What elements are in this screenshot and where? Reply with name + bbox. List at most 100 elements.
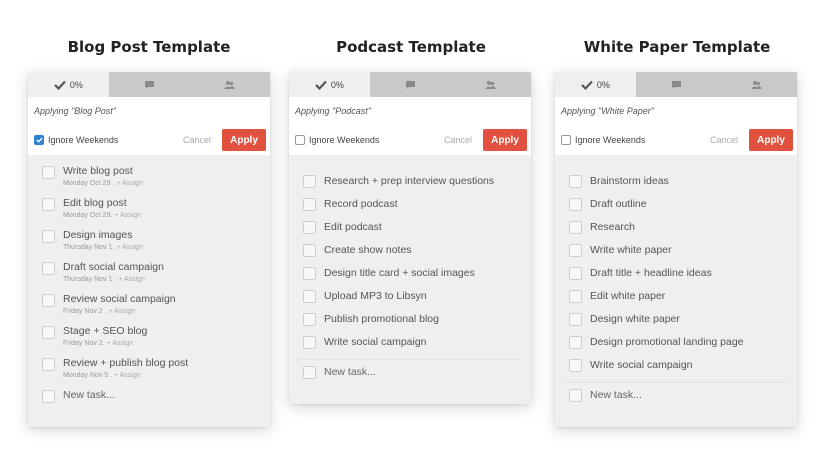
ignore-weekends-checkbox[interactable] [295, 135, 305, 145]
task-checkbox[interactable] [303, 244, 316, 257]
apply-button[interactable]: Apply [222, 129, 266, 151]
task-name[interactable]: Edit white paper [590, 290, 665, 303]
task-item[interactable]: Edit podcast [289, 221, 531, 244]
task-item[interactable]: Review + publish blog post Monday Nov 5 … [28, 357, 270, 389]
new-task-row[interactable]: New task... [555, 389, 797, 413]
task-checkbox[interactable] [303, 198, 316, 211]
task-checkbox[interactable] [42, 230, 55, 243]
task-item[interactable]: Create show notes [289, 244, 531, 267]
task-checkbox[interactable] [303, 267, 316, 280]
task-item[interactable]: Research + prep interview questions [289, 175, 531, 198]
task-name[interactable]: Record podcast [324, 198, 398, 211]
apply-button[interactable]: Apply [483, 129, 527, 151]
task-checkbox[interactable] [569, 313, 582, 326]
cancel-button[interactable]: Cancel [710, 135, 738, 145]
ignore-weekends-checkbox[interactable] [34, 135, 44, 145]
task-name[interactable]: Draft title + headline ideas [590, 267, 712, 280]
task-name[interactable]: Upload MP3 to Libsyn [324, 290, 427, 303]
task-item[interactable]: Review social campaign Friday Nov 2 . + … [28, 293, 270, 325]
task-checkbox[interactable] [569, 290, 582, 303]
task-item[interactable]: Research [555, 221, 797, 244]
task-checkbox[interactable] [569, 359, 582, 372]
tab-checklist[interactable]: 0% [289, 72, 370, 97]
task-checkbox[interactable] [303, 290, 316, 303]
new-task-input[interactable]: New task... [63, 389, 115, 413]
task-item[interactable]: Write social campaign [555, 359, 797, 382]
task-checkbox[interactable] [569, 336, 582, 349]
task-checkbox[interactable] [303, 175, 316, 188]
apply-button[interactable]: Apply [749, 129, 793, 151]
new-task-input[interactable]: New task... [590, 389, 642, 402]
tab-checklist[interactable]: 0% [28, 72, 109, 97]
task-checkbox[interactable] [42, 166, 55, 179]
task-item[interactable]: Edit blog post Monday Oct 29. + Assign [28, 197, 270, 229]
task-name[interactable]: Write social campaign [590, 359, 693, 372]
task-item[interactable]: Stage + SEO blog Friday Nov 2. + Assign [28, 325, 270, 357]
task-name[interactable]: Write white paper [590, 244, 672, 257]
task-name[interactable]: Draft social campaign [63, 261, 164, 274]
new-task-row[interactable]: New task... [289, 366, 531, 390]
assign-link[interactable]: + Assign [116, 180, 143, 187]
ignore-weekends-checkbox[interactable] [561, 135, 571, 145]
task-name[interactable]: Create show notes [324, 244, 412, 257]
tab-comments[interactable] [636, 72, 717, 97]
task-item[interactable]: Design promotional landing page [555, 336, 797, 359]
task-checkbox[interactable] [569, 175, 582, 188]
new-task-row[interactable]: New task... [28, 389, 270, 413]
task-name[interactable]: Publish promotional blog [324, 313, 439, 326]
task-item[interactable]: Edit white paper [555, 290, 797, 313]
task-item[interactable]: Draft title + headline ideas [555, 267, 797, 290]
task-item[interactable]: Draft social campaign Thursday Nov 1 . +… [28, 261, 270, 293]
task-checkbox[interactable] [303, 221, 316, 234]
task-name[interactable]: Research + prep interview questions [324, 175, 494, 188]
task-name[interactable]: Design images [63, 229, 143, 242]
task-item[interactable]: Write white paper [555, 244, 797, 267]
tab-comments[interactable] [370, 72, 451, 97]
assign-link[interactable]: + Assign [109, 308, 136, 315]
task-name[interactable]: Design title card + social images [324, 267, 475, 280]
task-checkbox[interactable] [42, 294, 55, 307]
task-item[interactable]: Record podcast [289, 198, 531, 221]
task-name[interactable]: Review social campaign [63, 293, 176, 306]
task-name[interactable]: Design white paper [590, 313, 680, 326]
task-checkbox[interactable] [569, 244, 582, 257]
task-name[interactable]: Write blog post [63, 165, 143, 178]
task-item[interactable]: Design title card + social images [289, 267, 531, 290]
task-item[interactable]: Write social campaign [289, 336, 531, 359]
cancel-button[interactable]: Cancel [444, 135, 472, 145]
task-item[interactable]: Brainstorm ideas [555, 175, 797, 198]
task-checkbox[interactable] [42, 358, 55, 371]
task-name[interactable]: Research [590, 221, 635, 234]
task-item[interactable]: Design white paper [555, 313, 797, 336]
assign-link[interactable]: + Assign [114, 212, 141, 219]
task-item[interactable]: Write blog post Monday Oct 29 . + Assign [28, 165, 270, 197]
task-name[interactable]: Review + publish blog post [63, 357, 188, 370]
cancel-button[interactable]: Cancel [183, 135, 211, 145]
task-checkbox[interactable] [303, 336, 316, 349]
task-item[interactable]: Draft outline [555, 198, 797, 221]
task-name[interactable]: Edit blog post [63, 197, 141, 210]
task-item[interactable]: Upload MP3 to Libsyn [289, 290, 531, 313]
new-task-input[interactable]: New task... [324, 366, 376, 379]
task-checkbox[interactable] [569, 198, 582, 211]
task-checkbox[interactable] [569, 221, 582, 234]
task-checkbox[interactable] [42, 326, 55, 339]
task-name[interactable]: Draft outline [590, 198, 647, 211]
task-item[interactable]: Design images Thursday Nov 1. + Assign [28, 229, 270, 261]
task-checkbox[interactable] [42, 262, 55, 275]
tab-people[interactable] [450, 72, 531, 97]
assign-link[interactable]: + Assign [107, 340, 134, 347]
task-checkbox[interactable] [303, 313, 316, 326]
task-item[interactable]: Publish promotional blog [289, 313, 531, 336]
task-checkbox[interactable] [42, 198, 55, 211]
task-name[interactable]: Write social campaign [324, 336, 427, 349]
tab-people[interactable] [189, 72, 270, 97]
task-name[interactable]: Stage + SEO blog [63, 325, 147, 338]
task-name[interactable]: Design promotional landing page [590, 336, 744, 349]
tab-people[interactable] [716, 72, 797, 97]
assign-link[interactable]: + Assign [116, 244, 143, 251]
task-checkbox[interactable] [569, 267, 582, 280]
assign-link[interactable]: + Assign [118, 276, 145, 283]
assign-link[interactable]: + Assign [114, 372, 141, 379]
tab-checklist[interactable]: 0% [555, 72, 636, 97]
